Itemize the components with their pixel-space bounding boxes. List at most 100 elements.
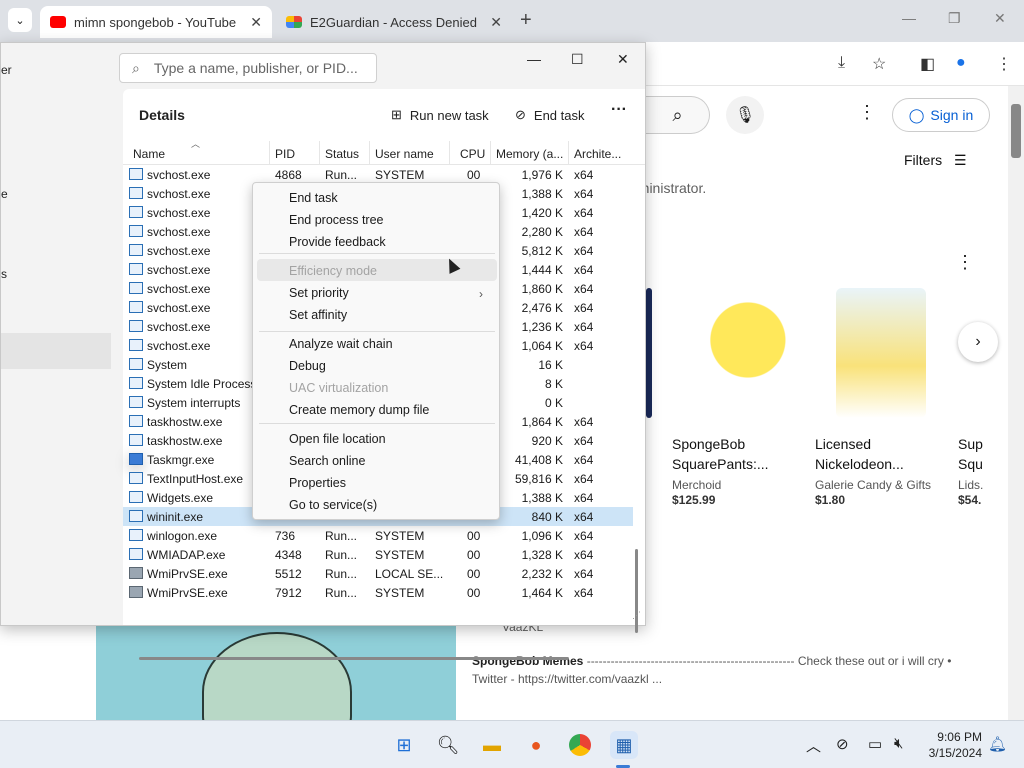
taskbar-search-button[interactable]: 🔍︎ [434, 731, 462, 759]
menu-item-properties[interactable]: Properties [289, 476, 346, 490]
product-image[interactable] [646, 288, 652, 418]
table-row[interactable]: winlogon.exe 736 Run... SYSTEM 00 1,096 K x64 [123, 526, 633, 545]
product-title[interactable]: SpongeBob SquarePants:... [672, 434, 769, 474]
table-row[interactable]: WmiPrvSE.exe 7912 Run... SYSTEM 00 1,464 K x64 [123, 583, 633, 602]
sidebar-item[interactable]: er [1, 63, 12, 77]
menu-item-analyze-wait-chain[interactable]: Analyze wait chain [289, 337, 393, 351]
display-icon[interactable]: ▭ [868, 735, 882, 753]
page-scrollbar[interactable] [1008, 86, 1024, 720]
cell-mem: 1,864 K [521, 415, 563, 429]
network-off-icon[interactable]: ⊘ [836, 735, 849, 753]
product-title[interactable]: Sup Squ [958, 434, 1004, 474]
task-manager-taskbar-button[interactable]: ▦ [610, 731, 638, 759]
menu-separator [259, 423, 495, 424]
tab-search-button[interactable]: ⌄ [8, 8, 32, 32]
squidward-illustration [202, 632, 352, 720]
youtube-settings-icon[interactable]: ⋮ [858, 102, 876, 123]
windows-taskbar: ⊞ 🔍︎ ▬ ● ▦ ︿ ⊘ ▭ 🔇︎ 9:06 PM 3/15/2024 🔔︎ [0, 720, 1024, 768]
side-panel-icon[interactable]: ◧ [920, 54, 935, 74]
column-header-architecture[interactable]: Archite... [574, 147, 621, 161]
resize-grip-icon[interactable]: ⋰ [632, 610, 641, 621]
menu-item-end-process-tree[interactable]: End process tree [289, 213, 384, 227]
new-tab-button[interactable]: + [520, 9, 532, 32]
column-header-status[interactable]: Status [325, 147, 359, 161]
minimize-icon[interactable]: — [527, 51, 541, 67]
windows-logo-icon [286, 16, 302, 28]
profile-icon[interactable]: ● [956, 54, 966, 72]
tab-youtube[interactable]: mimn spongebob - YouTube ✕ [40, 6, 272, 38]
menu-item-provide-feedback[interactable]: Provide feedback [289, 235, 386, 249]
cell-pid: 7912 [275, 586, 302, 600]
product-seller: Galerie Candy & Gifts [815, 478, 932, 492]
chevron-up-icon[interactable]: ︿ [806, 735, 821, 756]
tab-e2guardian[interactable]: E2Guardian - Access Denied ✕ [276, 6, 512, 38]
column-header-cpu[interactable]: CPU [460, 147, 485, 161]
video-thumbnail[interactable] [96, 626, 456, 720]
chrome-menu-icon[interactable]: ⋮ [996, 54, 1012, 74]
bookmark-star-icon[interactable]: ☆ [872, 54, 886, 74]
restore-icon[interactable]: ❐ [948, 10, 961, 27]
process-search-input[interactable]: ⌕ Type a name, publisher, or PID... [119, 53, 377, 83]
end-task-label: End task [533, 107, 585, 123]
menu-item-create-memory-dump-file[interactable]: Create memory dump file [289, 403, 429, 417]
sidebar-item[interactable]: s [1, 267, 7, 281]
search-placeholder: Type a name, publisher, or PID... [153, 60, 358, 76]
sidebar-item-details[interactable] [1, 333, 111, 369]
product-image[interactable] [672, 288, 810, 418]
cell-cpu: 00 [467, 586, 481, 600]
voice-search-button[interactable]: 🎙 [726, 96, 764, 134]
column-header-user[interactable]: User name [375, 147, 434, 161]
product-title[interactable]: Licensed Nickelodeon... [815, 434, 904, 474]
product-image[interactable] [836, 288, 926, 418]
menu-item-end-task[interactable]: End task [289, 191, 338, 205]
table-horizontal-scrollbar[interactable] [139, 657, 569, 660]
menu-item-set-affinity[interactable]: Set affinity [289, 308, 347, 322]
application-icon [129, 415, 143, 427]
system-clock[interactable]: 9:06 PM 3/15/2024 [920, 729, 982, 761]
shelf-menu-icon[interactable]: ⋮ [956, 252, 974, 273]
product-seller: Merchoid [672, 478, 722, 492]
shelf-next-button[interactable]: › [958, 322, 998, 362]
start-button[interactable]: ⊞ [390, 731, 418, 759]
column-header-memory[interactable]: Memory (a... [496, 147, 563, 161]
table-row[interactable]: WMIADAP.exe 4348 Run... SYSTEM 00 1,328 K x64 [123, 545, 633, 564]
end-task-button[interactable]: ⊘ End task [515, 107, 585, 123]
close-tab-icon[interactable]: ✕ [490, 14, 502, 31]
cell-mem: 16 K [538, 358, 563, 372]
microphone-icon: 🎙 [734, 107, 756, 124]
cell-name: WmiPrvSE.exe [147, 567, 228, 581]
close-window-icon[interactable]: ✕ [994, 10, 1006, 27]
sidebar-item[interactable]: e [1, 187, 8, 201]
notification-bell-icon[interactable]: 🔔︎ [988, 735, 1007, 753]
close-tab-icon[interactable]: ✕ [250, 14, 262, 31]
cell-mem: 1,464 K [521, 586, 563, 600]
run-new-task-button[interactable]: ⊞ Run new task [391, 107, 489, 123]
more-options-icon[interactable]: ··· [611, 101, 627, 119]
cell-pid: 736 [275, 529, 296, 543]
menu-item-debug[interactable]: Debug [289, 359, 326, 373]
cell-arch: x64 [574, 415, 594, 429]
column-header-pid[interactable]: PID [275, 147, 295, 161]
file-explorer-button[interactable]: ▬ [478, 731, 506, 759]
youtube-search-button[interactable]: ⌕ [646, 96, 710, 134]
menu-item-open-file-location[interactable]: Open file location [289, 432, 386, 446]
cell-arch: x64 [574, 548, 594, 562]
sign-in-button[interactable]: ◯ Sign in [892, 98, 990, 132]
column-header-name[interactable]: Name [133, 147, 165, 161]
filters-button[interactable]: Filters ☰ [904, 152, 967, 169]
menu-item-search-online[interactable]: Search online [289, 454, 365, 468]
scrollbar-thumb[interactable] [1011, 104, 1021, 158]
menu-item-go-to-service-s[interactable]: Go to service(s) [289, 498, 377, 512]
install-app-icon[interactable]: ⤓ [838, 54, 845, 72]
close-window-icon[interactable]: ✕ [617, 51, 629, 68]
menu-item-set-priority[interactable]: Set priority [289, 286, 349, 300]
table-row[interactable]: WmiPrvSE.exe 5512 Run... LOCAL SE... 00 2,232… [123, 564, 633, 583]
cell-mem: 840 K [531, 510, 563, 524]
volume-muted-icon[interactable]: 🔇︎ [894, 735, 903, 752]
minimize-icon[interactable]: — [902, 10, 916, 26]
cell-arch: x64 [574, 491, 594, 505]
cell-mem: 0 K [544, 396, 563, 410]
maximize-icon[interactable]: ☐ [571, 51, 584, 68]
chrome-button[interactable] [566, 731, 594, 759]
firefox-button[interactable]: ● [522, 731, 550, 759]
